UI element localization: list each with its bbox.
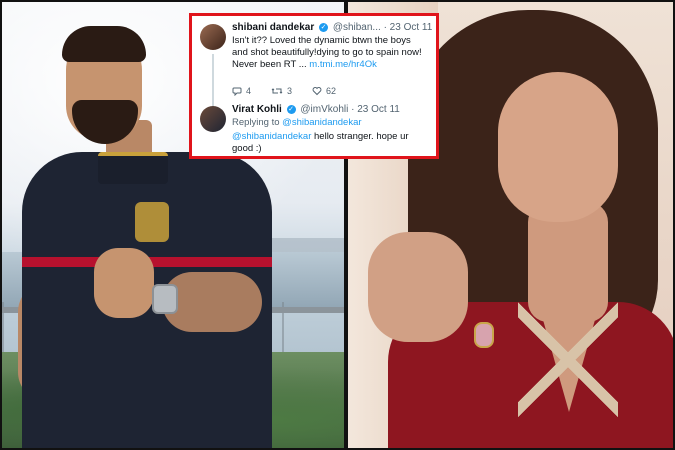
avatar[interactable] — [200, 106, 226, 132]
tweet-header: Virat Kohli ✓ @imVkohli · 23 Oct 11 — [232, 104, 400, 115]
tweet-text-line: Never been RT ... m.tmi.me/hr4Ok — [232, 59, 438, 71]
pendant-necklace — [474, 322, 494, 348]
hand-with-rings — [368, 232, 468, 342]
replying-to-label: Replying to — [232, 117, 280, 128]
author-handle[interactable]: @shiban... — [333, 22, 381, 33]
avatar[interactable] — [200, 24, 226, 50]
reply-icon — [232, 87, 242, 96]
tweet-link[interactable]: m.tmi.me/hr4Ok — [309, 59, 377, 70]
like-button[interactable]: 62 — [312, 86, 336, 96]
tweet-text-line: and shot beautifully!dying to go to spai… — [232, 47, 422, 58]
dress-trim — [518, 302, 618, 448]
tweet-actions: 4 3 62 — [232, 86, 336, 96]
tweet-text: Never been RT ... — [232, 59, 307, 70]
tweet-text-line: good :) — [232, 143, 262, 154]
tweet-text-line: Isn't it?? Loved the dynamic btwn the bo… — [232, 35, 411, 46]
tweet-date[interactable]: · 23 Oct 11 — [351, 104, 400, 115]
replying-to-handle[interactable]: @shibanidandekar — [282, 117, 361, 128]
retweet-count: 3 — [287, 86, 293, 96]
like-icon — [312, 87, 322, 96]
verified-icon: ✓ — [286, 104, 296, 114]
thumbs-up-hand — [94, 248, 154, 318]
mention-link[interactable]: @shibanidandekar — [232, 131, 311, 142]
like-count: 62 — [326, 86, 337, 96]
team-logo — [135, 202, 169, 242]
tweet-body: @shibanidandekar hello stranger. hope ur… — [232, 131, 438, 155]
retweet-button[interactable]: 3 — [271, 86, 292, 96]
replying-to: Replying to @shibanidandekar — [232, 117, 362, 128]
author-name[interactable]: Virat Kohli — [232, 104, 282, 115]
reply-button[interactable]: 4 — [232, 86, 251, 96]
hair — [62, 26, 146, 62]
tweet-header: shibani dandekar ✓ @shiban... · 23 Oct 1… — [232, 22, 432, 33]
collar — [98, 152, 168, 184]
tweet-text: hello stranger. hope ur — [314, 131, 409, 142]
wristwatch — [152, 284, 178, 314]
reply-count: 4 — [246, 86, 252, 96]
tweet-screenshot: shibani dandekar ✓ @shiban... · 23 Oct 1… — [189, 13, 439, 159]
tweet-date[interactable]: · 23 Oct 11 — [384, 22, 433, 33]
verified-icon: ✓ — [319, 22, 329, 32]
author-name[interactable]: shibani dandekar — [232, 22, 314, 33]
thread-line — [212, 54, 214, 110]
retweet-icon — [271, 88, 283, 94]
face — [498, 72, 618, 222]
author-handle[interactable]: @imVkohli — [300, 104, 348, 115]
tweet-text-line: @shibanidandekar hello stranger. hope ur — [232, 131, 438, 143]
tweet-body: Isn't it?? Loved the dynamic btwn the bo… — [232, 35, 438, 71]
